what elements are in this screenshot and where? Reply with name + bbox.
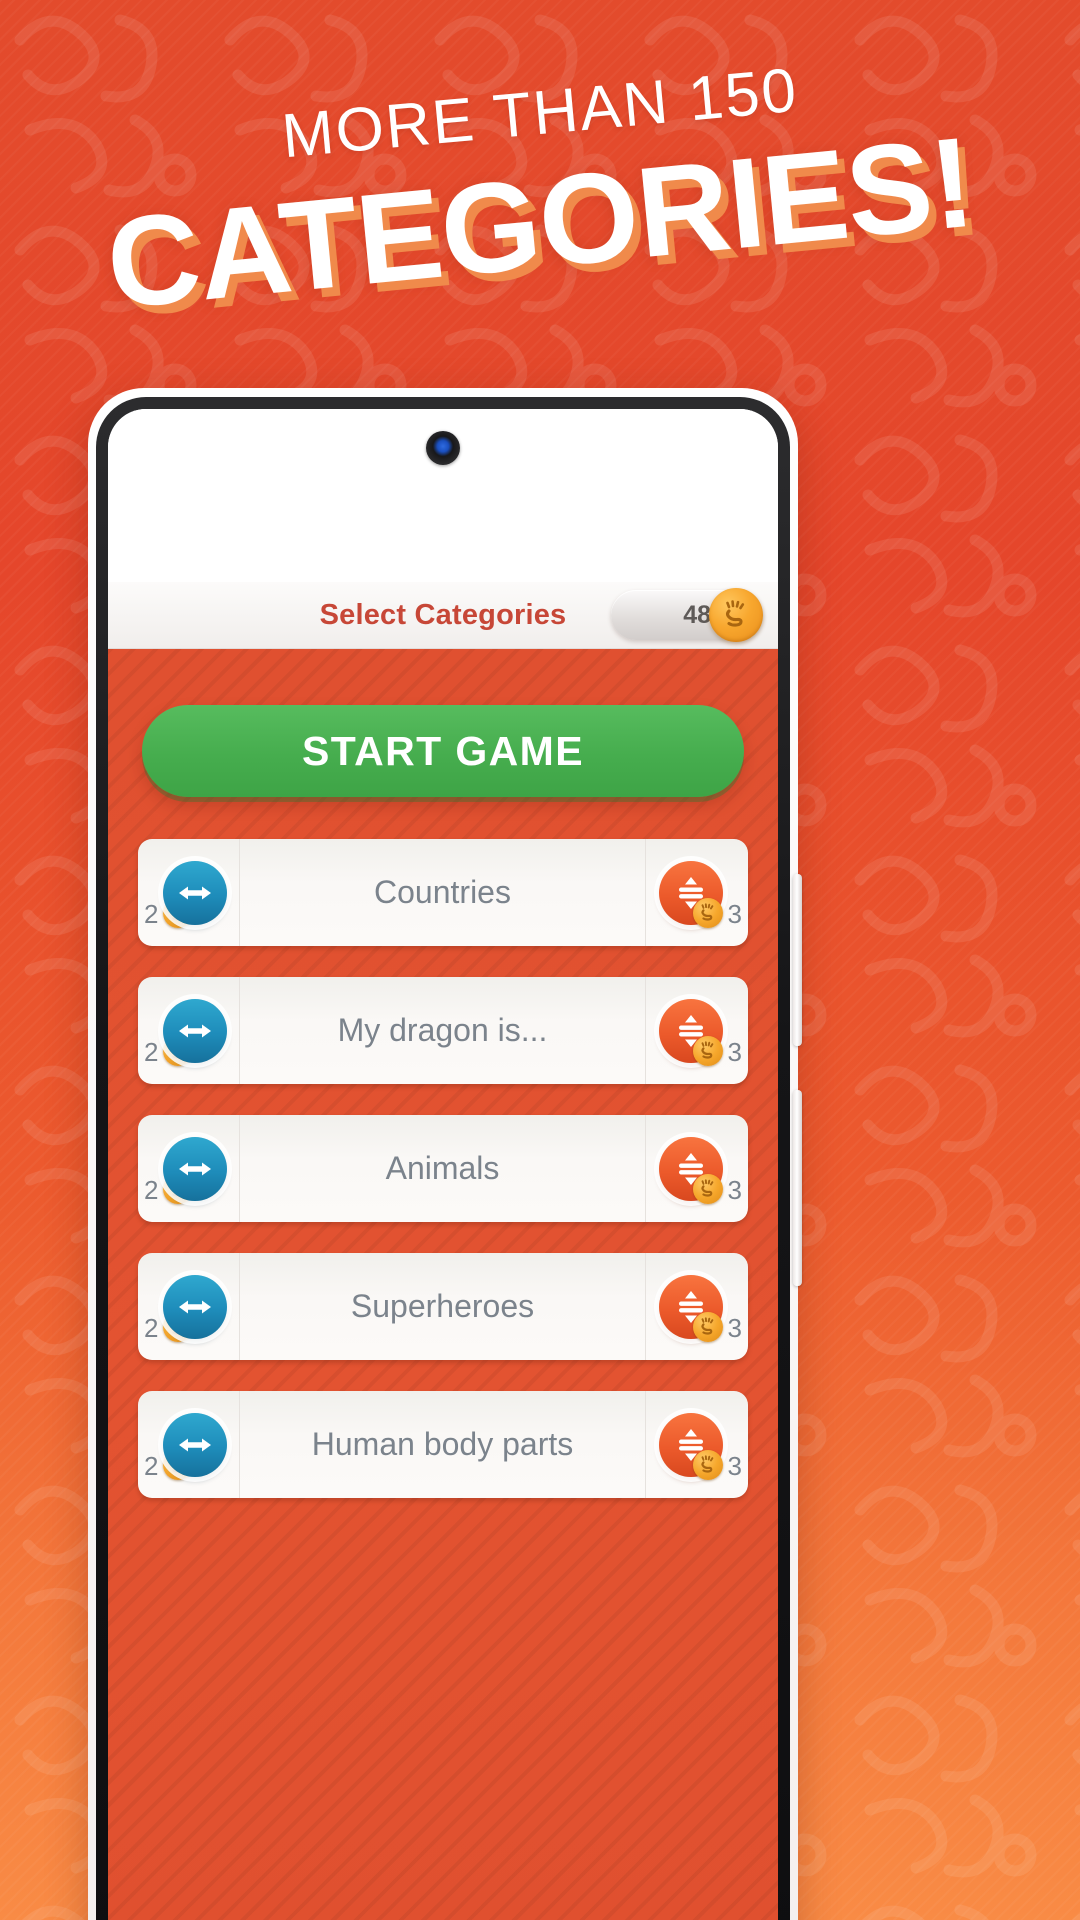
hand-coin-icon	[709, 588, 763, 642]
category-row-3[interactable]: 2 Superheroes 3	[138, 1253, 748, 1360]
start-game-label: START GAME	[301, 727, 584, 774]
left-right-arrow-icon[interactable]	[162, 998, 227, 1063]
hand-coin-icon	[693, 898, 723, 928]
hand-coin-icon	[693, 1312, 723, 1342]
app-header: Select Categories 48	[108, 582, 778, 649]
page-title: Select Categories	[319, 598, 567, 631]
min-players-cell: 2	[138, 1115, 240, 1222]
category-list[interactable]: 2 Countries 3 2 My dragon is... 3 2 Anim…	[108, 839, 778, 1920]
max-players-count: 3	[727, 1037, 742, 1067]
min-players-cell: 2	[138, 1391, 240, 1498]
category-row-0[interactable]: 2 Countries 3	[138, 839, 748, 946]
category-row-4[interactable]: 2 Human body parts 3	[138, 1391, 748, 1498]
headline-top-line: MORE THAN 150	[279, 55, 801, 172]
volume-button[interactable]	[793, 874, 802, 1046]
max-players-count: 3	[727, 1175, 742, 1205]
max-players-cell: 3	[646, 977, 748, 1084]
category-name: My dragon is...	[337, 1012, 548, 1048]
category-name: Superheroes	[350, 1288, 535, 1324]
promo-headline: MORE THAN 150 CATEGORIES!	[0, 0, 1080, 360]
promo-screenshot: MORE THAN 150 CATEGORIES! Select Categor…	[0, 0, 1080, 1920]
category-name-cell: Superheroes	[240, 1253, 646, 1360]
max-players-count: 3	[727, 1313, 742, 1343]
category-row-2[interactable]: 2 Animals 3	[138, 1115, 748, 1222]
category-name-cell: My dragon is...	[240, 977, 646, 1084]
min-players-count: 2	[144, 1175, 159, 1205]
left-right-arrow-icon[interactable]	[162, 860, 227, 925]
front-camera-icon	[426, 431, 460, 465]
max-players-cell: 3	[646, 839, 748, 946]
coin-balance-count: 48	[683, 600, 711, 629]
left-right-arrow-icon[interactable]	[162, 1274, 227, 1339]
category-name: Countries	[374, 874, 511, 910]
power-button[interactable]	[793, 1090, 802, 1286]
hand-coin-icon	[693, 1174, 723, 1204]
max-players-cell: 3	[646, 1253, 748, 1360]
phone-mockup: Select Categories 48 START GAME 2 Countr…	[88, 388, 802, 1920]
hand-coin-icon	[693, 1036, 723, 1066]
category-name: Human body parts	[311, 1426, 574, 1462]
hand-coin-icon	[693, 1450, 723, 1480]
max-players-cell: 3	[646, 1391, 748, 1498]
min-players-count: 2	[144, 1037, 159, 1067]
app-body: START GAME 2 Countries 3 2 My dragon is.…	[108, 649, 778, 1920]
category-name: Animals	[385, 1150, 500, 1186]
min-players-count: 2	[144, 1451, 159, 1481]
category-name-cell: Human body parts	[240, 1391, 646, 1498]
max-players-count: 3	[727, 1451, 742, 1481]
phone-screen: Select Categories 48 START GAME 2 Countr…	[108, 409, 778, 1920]
max-players-count: 3	[727, 899, 742, 929]
category-name-cell: Animals	[240, 1115, 646, 1222]
status-bar	[108, 409, 778, 582]
category-row-1[interactable]: 2 My dragon is... 3	[138, 977, 748, 1084]
min-players-count: 2	[144, 899, 159, 929]
coin-balance-pill[interactable]: 48	[611, 588, 763, 642]
headline-main-line: CATEGORIES!	[100, 110, 980, 337]
left-right-arrow-icon[interactable]	[162, 1136, 227, 1201]
min-players-cell: 2	[138, 977, 240, 1084]
category-name-cell: Countries	[240, 839, 646, 946]
start-game-button[interactable]: START GAME	[142, 705, 744, 797]
min-players-cell: 2	[138, 1253, 240, 1360]
min-players-cell: 2	[138, 839, 240, 946]
left-right-arrow-icon[interactable]	[162, 1412, 227, 1477]
min-players-count: 2	[144, 1313, 159, 1343]
max-players-cell: 3	[646, 1115, 748, 1222]
